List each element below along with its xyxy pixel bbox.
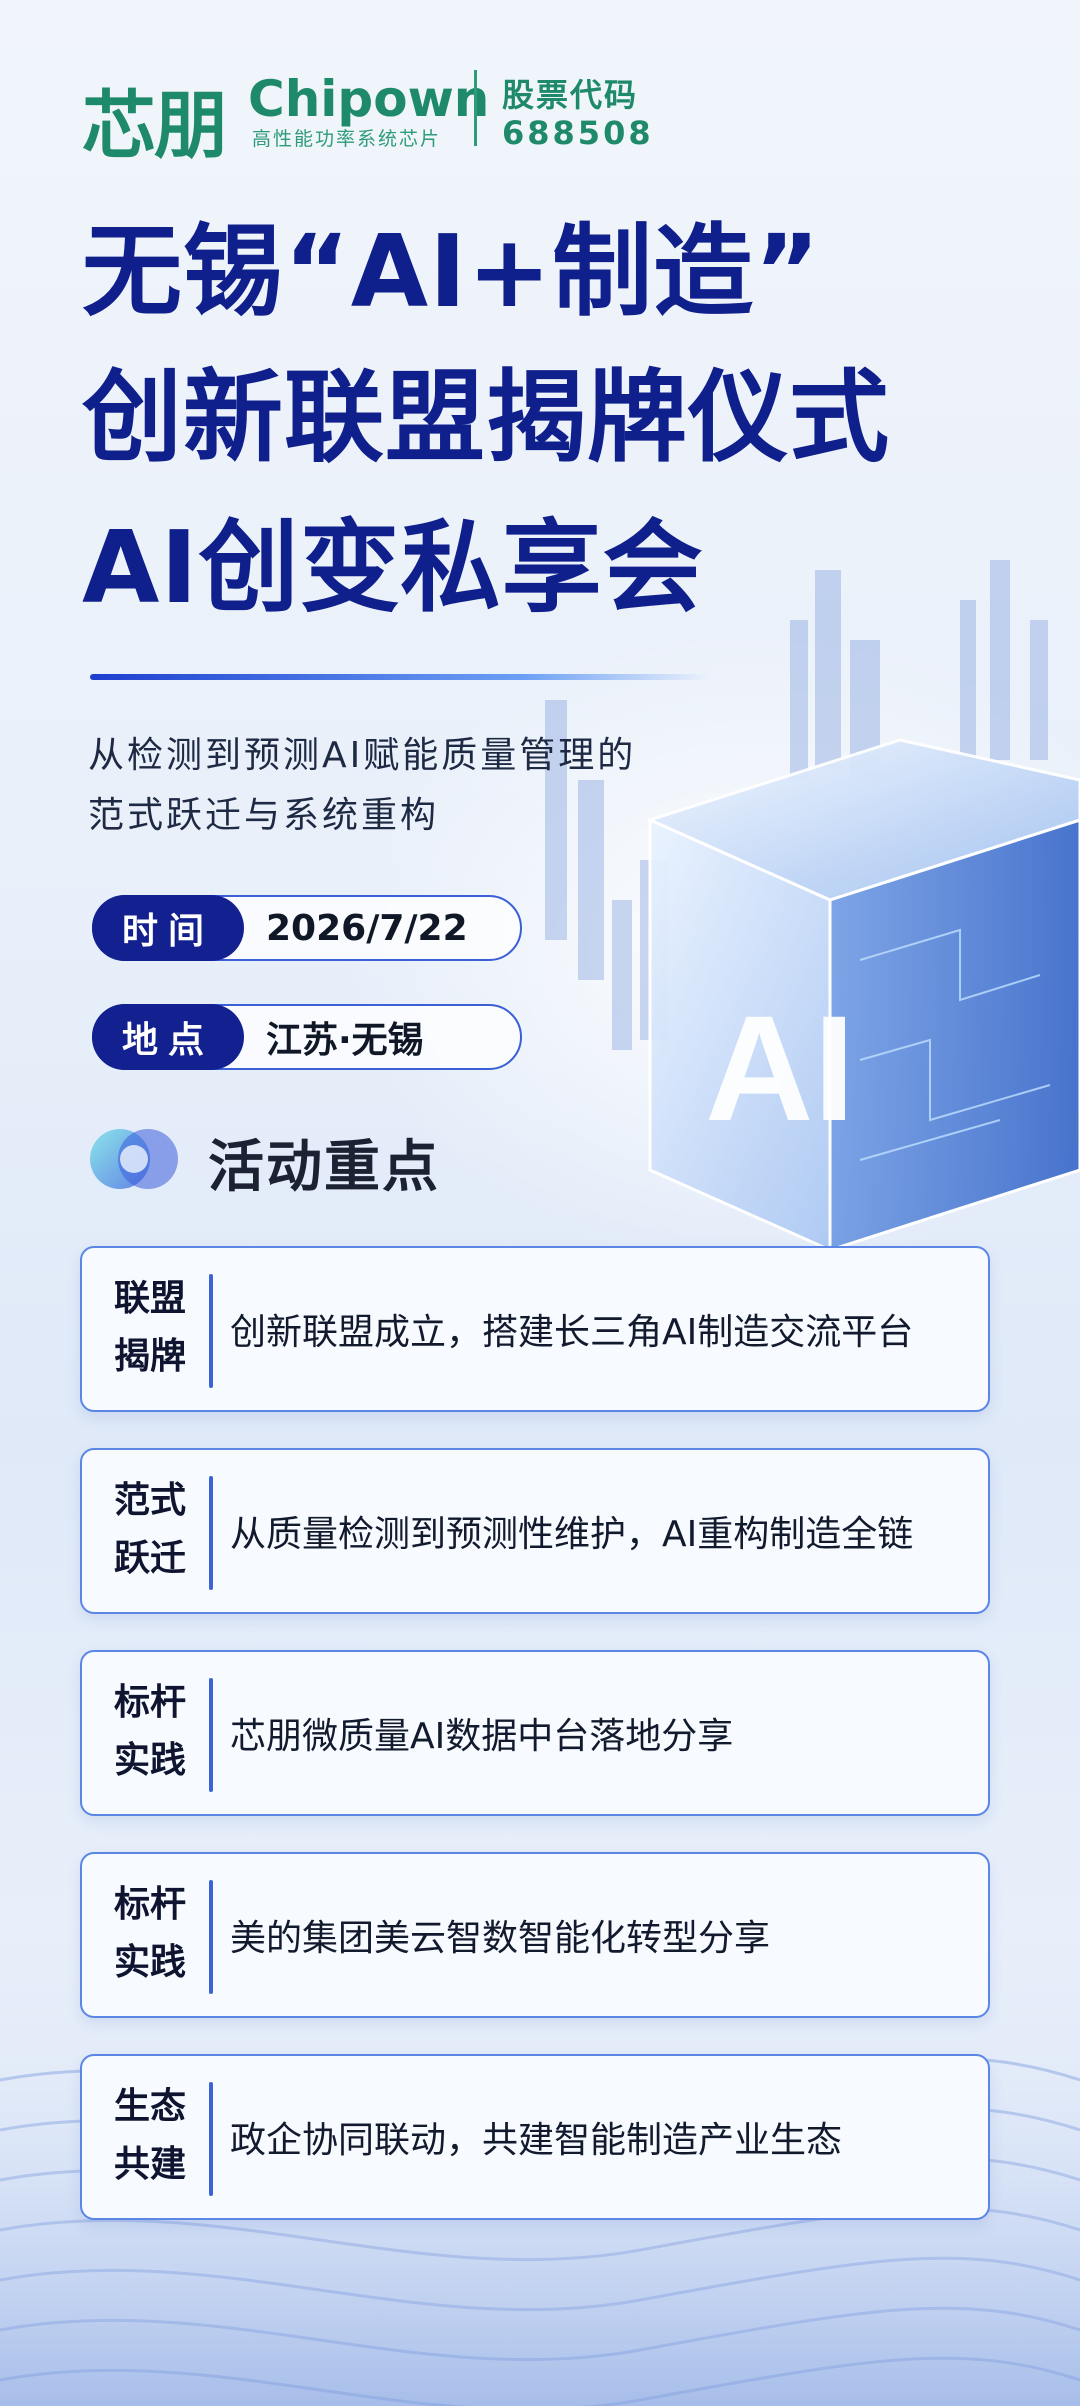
time-value: 2026/7/22: [266, 907, 468, 949]
svg-text:AI: AI: [705, 984, 855, 1152]
title-underline: [90, 674, 710, 680]
place-value: 江苏·无锡: [266, 1020, 424, 1061]
card-divider: [209, 2082, 213, 2196]
place-pill: 地点 江苏·无锡: [92, 1004, 522, 1070]
card-divider: [209, 1476, 213, 1590]
highlight-card: 标杆 实践 美的集团美云智数智能化转型分享: [80, 1852, 990, 2018]
brand-logo-en: Chipown: [248, 70, 490, 128]
highlight-card: 生态 共建 政企协同联动，共建智能制造产业生态: [80, 2054, 990, 2220]
card-divider: [209, 1880, 213, 1994]
highlight-card: 范式 跃迁 从质量检测到预测性维护，AI重构制造全链: [80, 1448, 990, 1614]
subtitle-line1: 从检测到预测AI赋能质量管理的: [88, 735, 637, 776]
card-text: 从质量检测到预测性维护，AI重构制造全链: [230, 1514, 914, 1555]
card-tag: 生态 共建: [113, 2086, 186, 2185]
stock-code-value: 688508: [502, 114, 654, 152]
card-divider: [209, 1678, 213, 1792]
card-text: 芯朋微质量AI数据中台落地分享: [230, 1716, 734, 1757]
event-title-line3: AI创变私享会: [82, 509, 704, 626]
brand-tagline: 高性能功率系统芯片: [252, 128, 442, 150]
time-label: 时间: [92, 895, 244, 961]
stock-code-label: 股票代码: [502, 76, 639, 114]
highlight-card: 联盟 揭牌 创新联盟成立，搭建长三角AI制造交流平台: [80, 1246, 990, 1412]
card-text: 美的集团美云智数智能化转型分享: [230, 1918, 771, 1959]
section-title: 活动重点: [208, 1135, 440, 1200]
subtitle-line2: 范式跃迁与系统重构: [88, 795, 440, 836]
card-tag: 联盟 揭牌: [113, 1278, 186, 1377]
brand-logo-cn: 芯朋: [82, 83, 228, 169]
card-tag: 标杆 实践: [113, 1884, 186, 1983]
time-pill: 时间 2026/7/22: [92, 895, 522, 961]
highlight-swirl-icon: [90, 1129, 178, 1189]
card-tag: 标杆 实践: [113, 1682, 186, 1781]
event-title-line1: 无锡“AI+制造”: [82, 213, 821, 330]
card-tag: 范式 跃迁: [113, 1480, 186, 1579]
card-text: 创新联盟成立，搭建长三角AI制造交流平台: [230, 1312, 914, 1353]
highlight-card: 标杆 实践 芯朋微质量AI数据中台落地分享: [80, 1650, 990, 1816]
card-text: 政企协同联动，共建智能制造产业生态: [230, 2120, 843, 2161]
place-label: 地点: [92, 1004, 244, 1070]
card-divider: [209, 1274, 213, 1388]
event-title-line2: 创新联盟揭牌仪式: [82, 359, 890, 476]
header-divider: [474, 70, 477, 146]
